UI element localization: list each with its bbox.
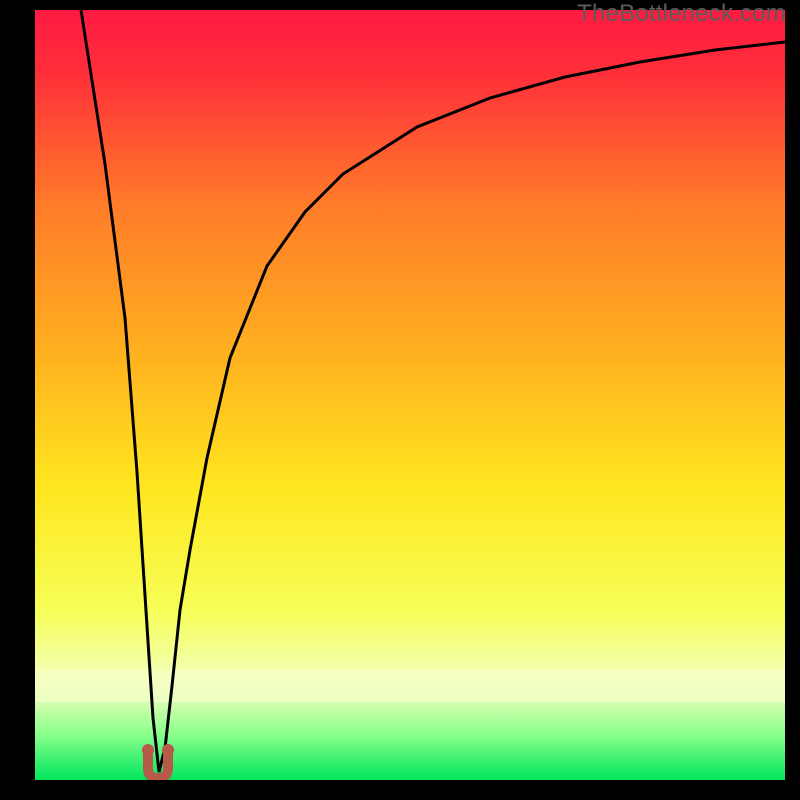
chart-svg [35,10,785,780]
gradient-background [35,10,785,780]
highlight-band [35,670,785,702]
watermark-text: TheBottleneck.com [577,0,786,28]
chart-frame: TheBottleneck.com [0,0,800,800]
plot-area [35,10,785,780]
